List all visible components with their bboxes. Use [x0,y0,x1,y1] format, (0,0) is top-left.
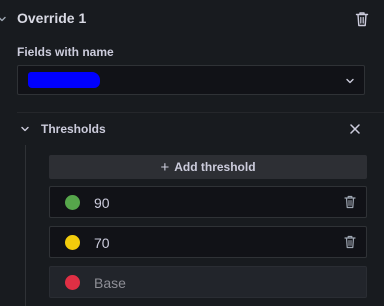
chevron-down-icon[interactable] [345,76,355,86]
threshold-color-swatch[interactable] [65,275,80,290]
trash-icon[interactable] [344,195,356,209]
threshold-value[interactable]: 90 [94,195,110,211]
threshold-value: Base [94,275,126,291]
nesting-guide-line [25,145,26,306]
threshold-row-90[interactable]: 90 [49,186,367,218]
threshold-value[interactable]: 70 [94,235,110,251]
add-threshold-button[interactable]: + Add threshold [49,155,367,179]
matcher-label: Fields with name [17,45,114,59]
chevron-down-icon[interactable] [20,124,30,134]
field-name-select[interactable] [17,65,365,95]
threshold-color-swatch[interactable] [65,235,80,250]
threshold-color-swatch[interactable] [65,195,80,210]
trash-icon[interactable] [344,235,356,249]
threshold-row-70[interactable]: 70 [49,226,367,258]
override-title: Override 1 [17,10,87,26]
override-panel: Override 1 Fields with name Thresholds +… [0,0,384,306]
plus-icon: + [160,158,170,176]
add-threshold-label: Add threshold [174,160,256,174]
redacted-field-name [28,72,100,88]
trash-icon[interactable] [355,11,369,27]
chevron-down-icon[interactable] [0,14,7,24]
threshold-row-base: Base [49,266,367,298]
close-icon[interactable] [349,123,361,135]
divider [17,112,384,113]
override-header[interactable]: Override 1 [0,0,384,38]
thresholds-title: Thresholds [41,122,106,136]
